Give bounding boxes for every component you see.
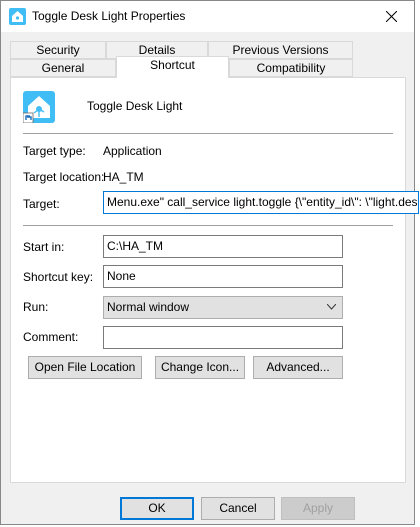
start-in-input[interactable]: C:\HA_TM [103, 235, 343, 258]
target-type-label: Target type: [23, 144, 86, 158]
window-title: Toggle Desk Light Properties [32, 9, 186, 23]
shortcut-key-input[interactable]: None [103, 265, 343, 288]
comment-label: Comment: [23, 330, 79, 344]
tab-security[interactable]: Security [10, 41, 106, 59]
divider [23, 133, 393, 134]
close-icon [385, 11, 397, 22]
target-type-value: Application [103, 144, 162, 158]
home-assistant-icon [9, 8, 26, 25]
shortcut-name: Toggle Desk Light [87, 99, 183, 113]
run-select[interactable]: Normal window [103, 296, 343, 319]
apply-button[interactable]: Apply [281, 497, 355, 520]
shortcut-key-label: Shortcut key: [23, 270, 94, 284]
tab-previous-versions[interactable]: Previous Versions [208, 41, 353, 59]
close-button[interactable] [368, 1, 414, 32]
run-label: Run: [23, 300, 49, 314]
title-bar: Toggle Desk Light Properties [1, 1, 414, 32]
target-location-label: Target location: [23, 170, 105, 184]
cancel-button[interactable]: Cancel [201, 497, 275, 520]
advanced-button[interactable]: Advanced... [253, 356, 343, 379]
run-select-value: Normal window [107, 300, 190, 314]
shortcut-panel: Toggle Desk Light Target type: Applicati… [10, 77, 419, 483]
ok-button[interactable]: OK [120, 497, 194, 520]
properties-window: Toggle Desk Light Properties Security De… [0, 0, 419, 525]
comment-input[interactable] [103, 326, 343, 349]
target-label: Target: [23, 197, 60, 211]
change-icon-button[interactable]: Change Icon... [155, 356, 245, 379]
target-location-value: HA_TM [103, 170, 144, 184]
open-file-location-button[interactable]: Open File Location [28, 356, 142, 379]
divider [23, 225, 393, 226]
home-assistant-icon [23, 91, 55, 123]
tab-compatibility[interactable]: Compatibility [229, 59, 353, 77]
tab-shortcut[interactable]: Shortcut [116, 56, 229, 78]
start-in-label: Start in: [23, 240, 65, 254]
target-input[interactable]: Menu.exe" call_service light.toggle {\"e… [103, 191, 419, 214]
tab-general[interactable]: General [10, 59, 116, 77]
chevron-down-icon [327, 304, 336, 310]
tab-strip: Security Details Previous Versions Gener… [1, 32, 414, 78]
